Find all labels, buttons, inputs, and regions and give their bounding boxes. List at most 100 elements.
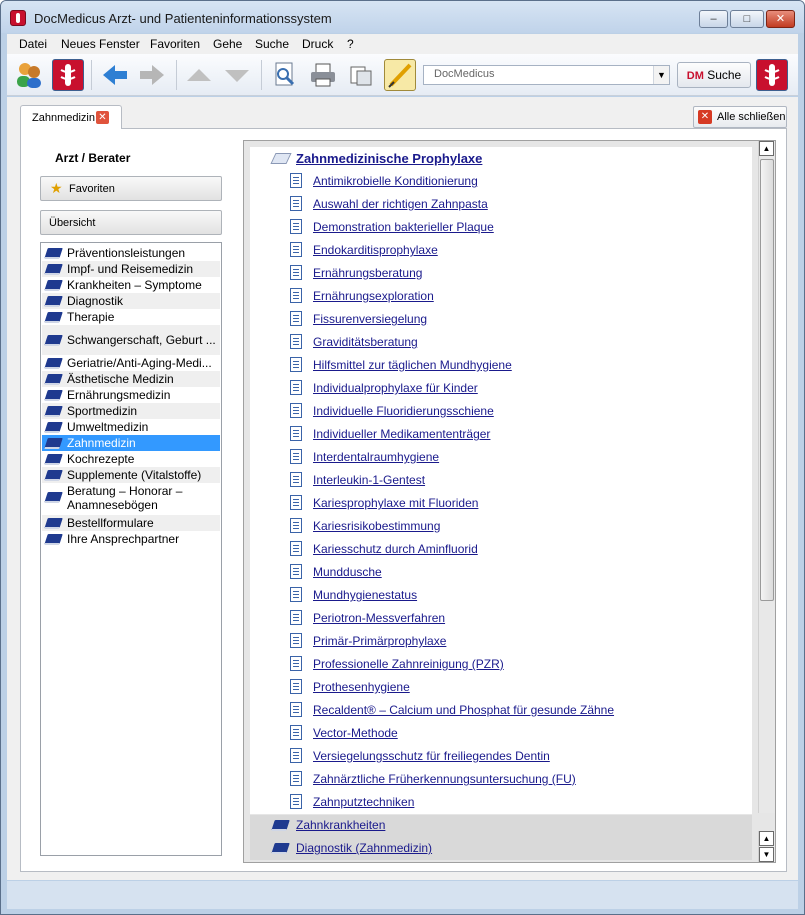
list-item[interactable]: Ästhetische Medizin: [42, 371, 220, 387]
topic-link[interactable]: Versiegelungsschutz für freiliegendes De…: [313, 749, 550, 763]
docmedicus-home-icon[interactable]: [52, 59, 84, 91]
users-icon[interactable]: [13, 59, 45, 91]
chevron-down-icon[interactable]: ▼: [653, 66, 669, 84]
book-icon: [44, 518, 63, 529]
scrollbar-thumb[interactable]: [760, 159, 774, 601]
list-item[interactable]: Schwangerschaft, Geburt ...: [42, 325, 220, 355]
window-title: DocMedicus Arzt- und Patienteninformatio…: [34, 11, 332, 26]
dm-search-button[interactable]: DM Suche: [677, 62, 751, 88]
list-item[interactable]: Krankheiten – Symptome: [42, 277, 220, 293]
topic-link[interactable]: Individualprophylaxe für Kinder: [313, 381, 478, 395]
up-arrow-icon[interactable]: [183, 59, 215, 91]
topic-link[interactable]: Endokarditisprophylaxe: [313, 243, 438, 257]
topic-link[interactable]: Demonstration bakterieller Plaque: [313, 220, 494, 234]
maximize-button[interactable]: □: [730, 10, 764, 28]
scroll-down-icon[interactable]: ▼: [759, 847, 774, 862]
list-item[interactable]: Supplemente (Vitalstoffe): [42, 467, 220, 483]
list-item[interactable]: Bestellformulare: [42, 515, 220, 531]
scroll-up-icon[interactable]: ▲: [759, 831, 774, 846]
close-all-button[interactable]: ✕ Alle schließen: [693, 106, 787, 128]
topic-link[interactable]: Primär-Primärprophylaxe: [313, 634, 446, 648]
subsection-link[interactable]: Zahnkrankheiten: [296, 818, 385, 832]
topic-link[interactable]: Fissurenversiegelung: [313, 312, 427, 326]
section-title-link[interactable]: Zahnmedizinische Prophylaxe: [296, 151, 482, 166]
topic-link[interactable]: Kariesschutz durch Aminfluorid: [313, 542, 478, 556]
forward-arrow-icon[interactable]: [136, 59, 168, 91]
topic-link[interactable]: Hilfsmittel zur täglichen Mundhygiene: [313, 358, 512, 372]
menu-druck[interactable]: Druck: [302, 37, 333, 51]
topic-link[interactable]: Vector-Methode: [313, 726, 398, 740]
topic-link[interactable]: Individueller Medikamententräger: [313, 427, 490, 441]
list-item[interactable]: Diagnostik: [42, 293, 220, 309]
category-list[interactable]: Präventionsleistungen Impf- und Reisemed…: [40, 242, 222, 856]
document-icon: [290, 748, 302, 763]
list-item[interactable]: Umweltmedizin: [42, 419, 220, 435]
topic-link[interactable]: Kariesrisikobestimmung: [313, 519, 440, 533]
print-preview-icon[interactable]: [268, 59, 300, 91]
topic-link[interactable]: Zahnputztechniken: [313, 795, 414, 809]
topic-link[interactable]: Interdentalraumhygiene: [313, 450, 439, 464]
list-item[interactable]: Kochrezepte: [42, 451, 220, 467]
docmedicus-logo-icon[interactable]: [756, 59, 788, 91]
location-combo[interactable]: DocMedicus ▼: [423, 65, 670, 85]
book-icon: [44, 492, 63, 503]
document-icon: [290, 449, 302, 464]
list-item[interactable]: Sportmedizin: [42, 403, 220, 419]
print-icon[interactable]: [307, 59, 339, 91]
down-arrow-icon[interactable]: [221, 59, 253, 91]
topic-link[interactable]: Professionelle Zahnreinigung (PZR): [313, 657, 504, 671]
book-icon: [44, 280, 63, 291]
topic-link[interactable]: Mundhygienestatus: [313, 588, 417, 602]
toolbar-separator: [91, 60, 92, 90]
subsection-scrollbar[interactable]: ▲ ▼: [758, 831, 775, 862]
uebersicht-button[interactable]: Übersicht: [40, 210, 222, 235]
topic-link[interactable]: Recaldent® – Calcium und Phosphat für ge…: [313, 703, 614, 717]
topic-link[interactable]: Prothesenhygiene: [313, 680, 410, 694]
topic-link[interactable]: Individuelle Fluoridierungsschiene: [313, 404, 494, 418]
scroll-up-icon[interactable]: ▲: [759, 141, 774, 156]
topic-link[interactable]: Interleukin-1-Gentest: [313, 473, 425, 487]
favoriten-button[interactable]: ★ Favoriten: [40, 176, 222, 201]
topic-link[interactable]: Kariesprophylaxe mit Fluoriden: [313, 496, 478, 510]
topic-link[interactable]: Zahnärztliche Früherkennungsuntersuchung…: [313, 772, 576, 786]
document-icon: [290, 771, 302, 786]
export-icon[interactable]: [345, 59, 377, 91]
menu-datei[interactable]: Datei: [19, 37, 47, 51]
menu-neues-fenster[interactable]: Neues Fenster: [61, 37, 140, 51]
list-item[interactable]: Impf- und Reisemedizin: [42, 261, 220, 277]
menu-favoriten[interactable]: Favoriten: [150, 37, 200, 51]
topic-link[interactable]: Ernährungsexploration: [313, 289, 434, 303]
menu-gehe[interactable]: Gehe: [213, 37, 242, 51]
document-icon: [290, 403, 302, 418]
document-icon: [290, 311, 302, 326]
topic-link[interactable]: Antimikrobielle Konditionierung: [313, 174, 478, 188]
book-icon: [44, 454, 63, 465]
list-item[interactable]: Ernährungsmedizin: [42, 387, 220, 403]
topic-link[interactable]: Auswahl der richtigen Zahnpasta: [313, 197, 488, 211]
close-icon: ✕: [698, 110, 712, 124]
list-item[interactable]: Geriatrie/Anti-Aging-Medi...: [42, 355, 220, 371]
subsection-link[interactable]: Diagnostik (Zahnmedizin): [296, 841, 432, 855]
list-item-selected[interactable]: Zahnmedizin: [42, 435, 220, 451]
topic-link[interactable]: Periotron-Messverfahren: [313, 611, 445, 625]
content-scrollbar[interactable]: ▲: [758, 141, 775, 813]
list-item[interactable]: Beratung – Honorar – Anamnesebögen: [42, 483, 220, 515]
favoriten-label: Favoriten: [69, 183, 115, 195]
minimize-button[interactable]: –: [699, 10, 728, 28]
close-button[interactable]: ✕: [766, 10, 795, 28]
menu-suche[interactable]: Suche: [255, 37, 289, 51]
document-icon: [290, 656, 302, 671]
highlighter-icon[interactable]: [384, 59, 416, 91]
menu-help[interactable]: ?: [347, 37, 354, 51]
document-icon: [290, 518, 302, 533]
document-icon: [290, 564, 302, 579]
close-icon[interactable]: ✕: [96, 111, 109, 124]
list-item[interactable]: Therapie: [42, 309, 220, 325]
back-arrow-icon[interactable]: [99, 59, 131, 91]
topic-link[interactable]: Munddusche: [313, 565, 382, 579]
list-item[interactable]: Präventionsleistungen: [42, 245, 220, 261]
list-item[interactable]: Ihre Ansprechpartner: [42, 531, 220, 547]
topic-link[interactable]: Graviditätsberatung: [313, 335, 418, 349]
topic-link[interactable]: Ernährungsberatung: [313, 266, 422, 280]
tab-zahnmedizin[interactable]: Zahnmedizin ✕: [20, 105, 122, 129]
